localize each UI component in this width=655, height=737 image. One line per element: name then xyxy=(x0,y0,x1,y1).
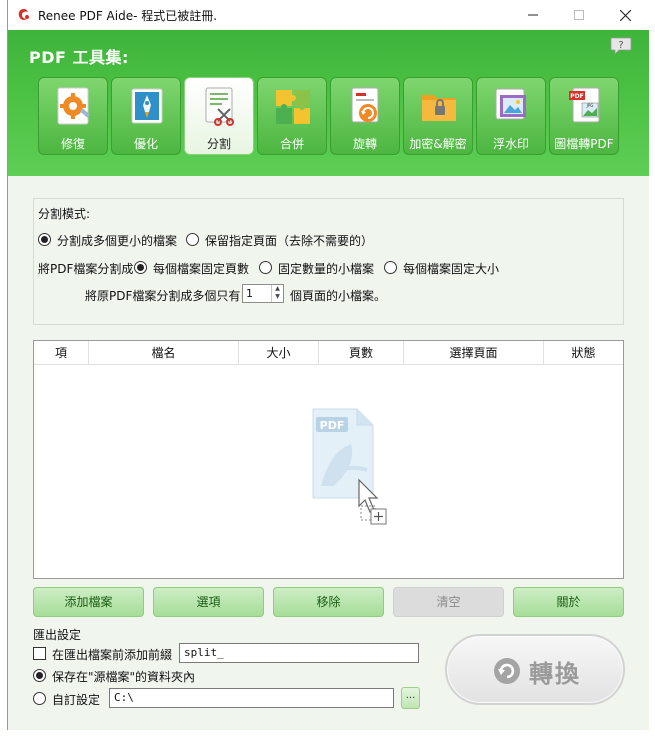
svg-text:PDF: PDF xyxy=(320,419,345,432)
tool-optimize[interactable]: 優化 xyxy=(111,77,181,155)
table-header: 項 檔名 大小 頁數 選擇頁面 狀態 xyxy=(34,341,623,365)
window-title: Renee PDF Aide- 程式已被註冊. xyxy=(38,9,218,23)
keep-pages-label: 保留指定頁面（去除不需要的） xyxy=(205,234,374,248)
tool-merge[interactable]: 合併 xyxy=(257,77,327,155)
pages-per-file-value: 1 xyxy=(246,287,253,300)
repair-icon xyxy=(57,87,90,125)
encrypt-folder-icon xyxy=(422,95,456,121)
fixed-pages-label: 每個檔案固定頁數 xyxy=(153,262,250,276)
stepper-up-icon[interactable]: ▲ xyxy=(272,285,283,293)
split-mode-group: 分割模式: 分割成多個更小的檔案 保留指定頁面（去除不需要的） 將PDF檔案分割… xyxy=(33,198,624,325)
export-settings-label: 匯出設定 xyxy=(33,628,82,642)
radio-fixed-size[interactable] xyxy=(384,261,397,274)
col-status[interactable]: 狀態 xyxy=(544,341,623,365)
rotate-icon xyxy=(351,87,379,123)
tool-rotate[interactable]: 旋轉 xyxy=(330,77,400,155)
tool-encrypt[interactable]: 加密&解密 xyxy=(403,77,473,155)
main-panel: 分割模式: 分割成多個更小的檔案 保留指定頁面（去除不需要的） 將PDF檔案分割… xyxy=(8,176,649,730)
stepper-down-icon[interactable]: ▼ xyxy=(272,293,283,301)
tool-image-to-pdf[interactable]: PDF JPG 圖檔轉PDF xyxy=(549,77,619,155)
convert-label: 轉換 xyxy=(529,660,581,688)
app-window: Renee PDF Aide- 程式已被註冊. PDF 工具集: ? 修復 優化… xyxy=(7,0,649,730)
split-icon xyxy=(205,87,234,126)
close-icon xyxy=(619,9,631,21)
col-select-pages[interactable]: 選擇頁面 xyxy=(404,341,544,365)
svg-text:?: ? xyxy=(618,40,623,51)
maximize-icon xyxy=(574,10,584,20)
tool-label-repair: 修復 xyxy=(60,137,85,151)
merge-puzzle-icon xyxy=(276,90,310,124)
add-files-button[interactable]: 添加檔案 xyxy=(33,587,144,617)
col-filename[interactable]: 檔名 xyxy=(89,341,239,365)
col-pages[interactable]: 頁數 xyxy=(319,341,404,365)
pages-suffix-label: 個頁面的小檔案。 xyxy=(290,289,387,303)
tool-label-encrypt: 加密&解密 xyxy=(409,137,467,151)
col-index[interactable]: 項 xyxy=(34,341,89,365)
pages-prefix-label: 將原PDF檔案分割成多個只有 xyxy=(85,289,241,303)
prefix-input[interactable]: split_ xyxy=(179,643,419,663)
custom-folder-label: 自訂設定 xyxy=(52,693,101,707)
title-bar: Renee PDF Aide- 程式已被註冊. xyxy=(8,0,649,30)
prefix-checkbox[interactable] xyxy=(33,647,46,660)
toolset-title: PDF 工具集: xyxy=(29,48,129,67)
radio-fixed-count[interactable] xyxy=(259,261,272,274)
watermark-icon xyxy=(495,88,526,120)
image-to-pdf-icon: PDF JPG xyxy=(569,87,600,123)
minimize-icon xyxy=(528,14,538,16)
tool-label-split: 分割 xyxy=(206,137,231,151)
split-mode-label: 分割模式: xyxy=(38,207,91,221)
browse-button[interactable]: ... xyxy=(401,687,420,709)
options-button[interactable]: 選項 xyxy=(153,587,264,617)
svg-text:JPG: JPG xyxy=(586,103,594,108)
svg-text:PDF: PDF xyxy=(570,93,583,100)
tool-label-optimize: 優化 xyxy=(133,137,158,151)
tool-label-watermark: 浮水印 xyxy=(492,137,529,151)
drop-pdf-icon: PDF xyxy=(312,408,387,525)
col-size[interactable]: 大小 xyxy=(239,341,319,365)
pages-per-file-stepper[interactable]: 1 ▲ ▼ xyxy=(242,284,284,303)
clear-button[interactable]: 清空 xyxy=(393,587,504,617)
remove-button[interactable]: 移除 xyxy=(273,587,384,617)
about-button[interactable]: 關於 xyxy=(513,587,624,617)
maximize-button[interactable] xyxy=(556,0,602,30)
split-smaller-label: 分割成多個更小的檔案 xyxy=(57,234,178,248)
tool-watermark[interactable]: 浮水印 xyxy=(476,77,546,155)
stepper-arrows[interactable]: ▲ ▼ xyxy=(271,285,283,302)
tool-label-rotate: 旋轉 xyxy=(352,137,377,151)
radio-split-smaller[interactable] xyxy=(38,233,51,246)
custom-path-input[interactable]: C:\ xyxy=(109,688,394,708)
split-into-label: 將PDF檔案分割成 xyxy=(38,262,134,276)
save-source-label: 保存在"源檔案"的資料夾內 xyxy=(52,670,196,684)
prefix-label: 在匯出檔案前添加前綴 xyxy=(52,648,173,662)
convert-button[interactable]: 轉換 xyxy=(445,634,625,705)
tool-repair[interactable]: 修復 xyxy=(38,77,108,155)
radio-keep-pages[interactable] xyxy=(186,233,199,246)
radio-save-source-folder[interactable] xyxy=(33,669,46,682)
tool-split[interactable]: 分割 xyxy=(184,77,254,155)
tool-label-image-to-pdf: 圖檔轉PDF xyxy=(554,137,614,151)
app-logo-icon xyxy=(18,9,29,20)
radio-custom-folder[interactable] xyxy=(33,692,46,705)
tool-label-merge: 合併 xyxy=(279,137,304,151)
minimize-button[interactable] xyxy=(510,0,556,30)
file-table[interactable]: 項 檔名 大小 頁數 選擇頁面 狀態 PDF xyxy=(33,340,624,579)
fixed-size-label: 每個檔案固定大小 xyxy=(403,262,500,276)
help-icon[interactable]: ? xyxy=(610,36,632,56)
optimize-icon xyxy=(131,88,163,124)
tool-header: PDF 工具集: ? 修復 優化 分割 合併 旋轉 加密&解密 浮水印 PDF … xyxy=(8,30,649,176)
close-button[interactable] xyxy=(602,0,648,30)
fixed-count-label: 固定數量的小檔案 xyxy=(278,262,375,276)
convert-refresh-icon xyxy=(494,658,520,684)
radio-fixed-pages[interactable] xyxy=(134,261,147,274)
